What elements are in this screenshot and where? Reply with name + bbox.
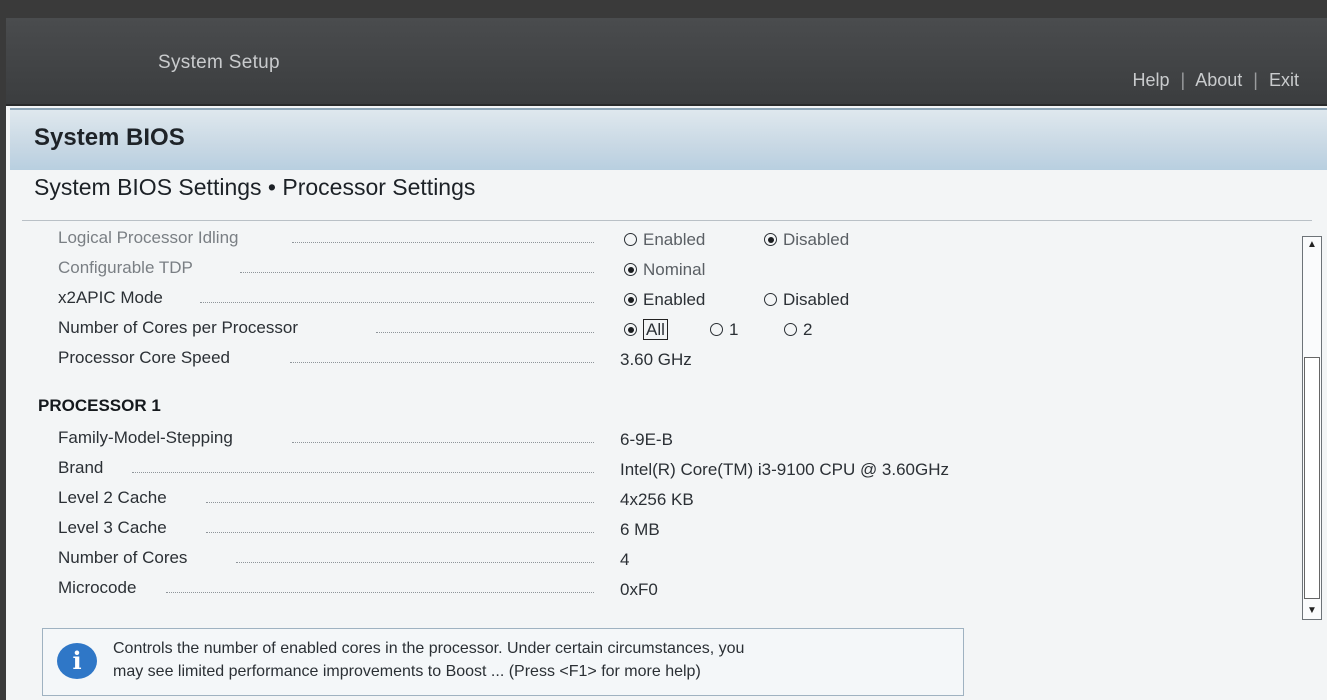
setting-label: Processor Core Speed xyxy=(58,348,230,367)
separator: | xyxy=(1253,70,1258,90)
setting-logical-processor-idling: Logical Processor Idling Enabled Disable… xyxy=(6,226,1296,254)
info-label: Number of Cores xyxy=(58,548,188,567)
leader-dots xyxy=(292,442,594,443)
setting-processor-core-speed: Processor Core Speed 3.60 GHz xyxy=(6,346,1296,374)
info-brand: Brand Intel(R) Core(TM) i3-9100 CPU @ 3.… xyxy=(6,456,1296,484)
scroll-thumb[interactable] xyxy=(1304,357,1320,599)
leader-dots xyxy=(376,332,594,333)
info-label: Family-Model-Stepping xyxy=(58,428,233,447)
info-label: Level 3 Cache xyxy=(58,518,167,537)
info-value: Intel(R) Core(TM) i3-9100 CPU @ 3.60GHz xyxy=(620,460,950,479)
radio-off-icon xyxy=(710,323,723,336)
help-panel: i Controls the number of enabled cores i… xyxy=(42,628,964,696)
leader-dots xyxy=(206,532,594,533)
processor-section-title: PROCESSOR 1 xyxy=(38,396,161,415)
radio-disabled[interactable]: Disabled xyxy=(764,290,849,310)
radio-nominal[interactable]: Nominal xyxy=(624,260,705,280)
about-link[interactable]: About xyxy=(1195,70,1242,90)
leader-dots xyxy=(166,592,594,593)
radio-off-icon xyxy=(784,323,797,336)
radio-on-icon xyxy=(624,323,637,336)
bios-window: System Setup Help | About | Exit System … xyxy=(6,18,1327,700)
page-header: System BIOS xyxy=(10,108,1327,170)
top-bar: System Setup Help | About | Exit xyxy=(6,18,1327,106)
setting-label: Number of Cores per Processor xyxy=(58,318,298,337)
info-value: 6-9E-B xyxy=(620,430,673,449)
leader-dots xyxy=(132,472,594,473)
help-line: may see limited performance improvements… xyxy=(113,663,701,680)
setting-configurable-tdp: Configurable TDP Nominal xyxy=(6,256,1296,284)
radio-disabled[interactable]: Disabled xyxy=(764,230,849,250)
radio-off-icon xyxy=(624,233,637,246)
info-label: Microcode xyxy=(58,578,137,597)
setting-x2apic-mode: x2APIC Mode Enabled Disabled xyxy=(6,286,1296,314)
scrollbar[interactable]: ▲ ▼ xyxy=(1302,236,1322,620)
info-label: Level 2 Cache xyxy=(58,488,167,507)
radio-all[interactable]: All xyxy=(624,319,668,340)
setting-label: x2APIC Mode xyxy=(58,288,163,307)
leader-dots xyxy=(240,272,594,273)
radio-on-icon xyxy=(764,233,777,246)
exit-link[interactable]: Exit xyxy=(1269,70,1299,90)
info-label: Brand xyxy=(58,458,104,477)
setting-label: Configurable TDP xyxy=(58,258,193,277)
radio-on-icon xyxy=(624,293,637,306)
leader-dots xyxy=(206,502,594,503)
page-title: System BIOS xyxy=(34,124,185,151)
info-value: 4x256 KB xyxy=(620,490,694,509)
help-text: Controls the number of enabled cores in … xyxy=(113,637,943,683)
radio-2[interactable]: 2 xyxy=(784,320,812,340)
top-links: Help | About | Exit xyxy=(1132,70,1299,91)
radio-enabled[interactable]: Enabled xyxy=(624,290,705,310)
info-icon: i xyxy=(57,643,97,679)
info-level3-cache: Level 3 Cache 6 MB xyxy=(6,516,1296,544)
info-value: 0xF0 xyxy=(620,580,658,599)
settings-list: Logical Processor Idling Enabled Disable… xyxy=(6,218,1296,618)
leader-dots xyxy=(200,302,594,303)
radio-1[interactable]: 1 xyxy=(710,320,738,340)
info-family-model-stepping: Family-Model-Stepping 6-9E-B xyxy=(6,426,1296,454)
radio-off-icon xyxy=(764,293,777,306)
setting-label: Logical Processor Idling xyxy=(58,228,239,247)
leader-dots xyxy=(292,242,594,243)
leader-dots xyxy=(236,562,594,563)
setting-cores-per-processor: Number of Cores per Processor All 1 2 xyxy=(6,316,1296,344)
info-value: 4 xyxy=(620,550,630,569)
breadcrumb: System BIOS Settings • Processor Setting… xyxy=(34,174,476,200)
setting-value: 3.60 GHz xyxy=(620,350,692,369)
app-title: System Setup xyxy=(158,52,280,73)
radio-enabled[interactable]: Enabled xyxy=(624,230,705,250)
info-microcode: Microcode 0xF0 xyxy=(6,576,1296,604)
help-link[interactable]: Help xyxy=(1132,70,1169,90)
info-level2-cache: Level 2 Cache 4x256 KB xyxy=(6,486,1296,514)
separator: | xyxy=(1180,70,1186,90)
info-number-of-cores: Number of Cores 4 xyxy=(6,546,1296,574)
radio-on-icon xyxy=(624,263,637,276)
scroll-up-icon[interactable]: ▲ xyxy=(1303,237,1321,253)
leader-dots xyxy=(290,362,594,363)
help-line: Controls the number of enabled cores in … xyxy=(113,640,745,657)
scroll-down-icon[interactable]: ▼ xyxy=(1303,603,1321,619)
info-value: 6 MB xyxy=(620,520,660,539)
